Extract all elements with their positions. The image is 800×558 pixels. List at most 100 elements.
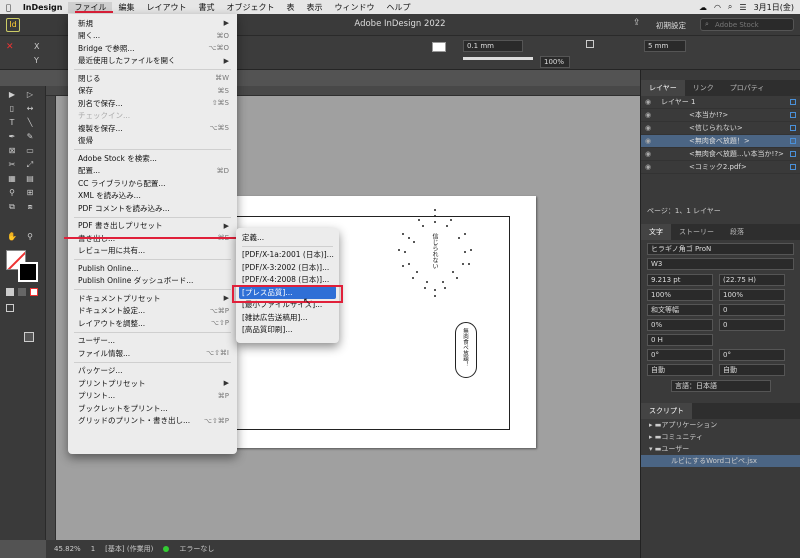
character-rotation-field[interactable]: 0° (647, 349, 713, 361)
zoom-tool-icon[interactable]: ⚲ (24, 232, 36, 242)
menu-item-document-setup[interactable]: ドキュメント設定... ⌥⌘P (68, 305, 237, 318)
eye-icon[interactable]: ◉ (641, 163, 655, 171)
menu-item-open[interactable]: 開く... ⌘O (68, 30, 237, 43)
preflight-status[interactable]: エラーなし (179, 544, 214, 554)
stock-search-field[interactable]: ⌕ Adobe Stock (700, 18, 794, 31)
menu-item-revert[interactable]: 復帰 (68, 135, 237, 148)
menu-item-save-as[interactable]: 別名で保存... ⇧⌘S (68, 97, 237, 110)
layer-row[interactable]: ◉ <信じられない> (641, 122, 800, 135)
note-tool-icon[interactable]: ▤ (24, 174, 36, 184)
eye-icon[interactable]: ◉ (641, 137, 655, 145)
layer-target-icon[interactable] (790, 125, 796, 131)
menu-item-publish-dashboard[interactable]: Publish Online ダッシュボード... (68, 275, 237, 288)
normal-mode-icon[interactable] (6, 304, 14, 312)
menu-layout[interactable]: レイアウト (140, 2, 192, 13)
menu-item-user[interactable]: ユーザー... (68, 335, 237, 348)
menu-item-open-recent[interactable]: 最近使用したファイルを開く ▶ (68, 55, 237, 68)
submenu-item-define[interactable]: 定義... (236, 231, 339, 244)
menu-item-place[interactable]: 配置... ⌘D (68, 165, 237, 178)
submenu-item-high-quality-print[interactable]: [高品質印刷]... (236, 324, 339, 337)
rectangle-frame-tool-icon[interactable]: ⊠ (6, 146, 18, 156)
page-number[interactable]: 1 (91, 545, 95, 553)
menu-item-save-copy[interactable]: 複製を保存... ⌥⌘S (68, 122, 237, 135)
hand-tool-icon[interactable]: ✋ (6, 232, 18, 242)
opacity-field[interactable]: 100% (540, 56, 570, 68)
layer-row[interactable]: ◉ <コミック2.pdf> (641, 161, 800, 174)
measure-tool-icon[interactable]: ⊞ (24, 188, 36, 198)
selection-tool-icon[interactable]: ▶ (6, 90, 18, 100)
script-folder[interactable]: ▸ ▬ アプリケーション (641, 419, 800, 431)
menu-item-package[interactable]: パッケージ... (68, 365, 237, 378)
apply-gradient-icon[interactable] (18, 288, 26, 296)
layer-row[interactable]: ◉ <本当か!?> (641, 109, 800, 122)
menu-item-search-stock[interactable]: Adobe Stock を検索... (68, 152, 237, 165)
rectangle-tool-icon[interactable]: ▭ (24, 146, 36, 156)
align-icon[interactable] (586, 40, 594, 48)
menu-item-print-booklet[interactable]: ブックレットをプリント... (68, 402, 237, 415)
menu-item-new[interactable]: 新規 ▶ (68, 17, 237, 30)
apple-icon[interactable]:  (0, 3, 17, 12)
type-tool-icon[interactable]: T (6, 118, 18, 128)
aki-before-field[interactable]: 自動 (647, 364, 713, 376)
burst-speech-bubble[interactable]: 信じられない (380, 205, 490, 305)
menu-item-adjust-layout[interactable]: レイアウトを調整... ⌥⇧P (68, 317, 237, 330)
menu-item-print-presets[interactable]: プリントプリセット ▶ (68, 377, 237, 390)
menu-app[interactable]: InDesign (17, 3, 69, 12)
screen-mode-icon[interactable] (24, 332, 34, 342)
eye-icon[interactable]: ◉ (641, 150, 655, 158)
stroke-type-select[interactable] (463, 57, 533, 60)
layer-row[interactable]: ◉ <無肉食べ放題...い本当か!?> (641, 148, 800, 161)
layer-row[interactable]: ◉ レイヤー 1 (641, 96, 800, 109)
eye-icon[interactable]: ◉ (641, 111, 655, 119)
kerning-field[interactable]: 0 (719, 304, 785, 316)
script-item[interactable]: ルビにするWordコピペ.jsx (641, 455, 800, 467)
font-family-select[interactable]: ヒラギノ角ゴ ProN (647, 243, 794, 255)
reference-point-icon[interactable]: ✕ (6, 42, 14, 52)
eyedropper-tool-icon[interactable]: ⚲ (6, 188, 18, 198)
baseline-shift-field[interactable]: 0 H (647, 334, 713, 346)
menu-help[interactable]: ヘルプ (380, 2, 416, 13)
tab-paragraph[interactable]: 段落 (722, 224, 752, 240)
gap-tool-icon[interactable]: ↔ (24, 104, 36, 114)
layer-target-icon[interactable] (790, 164, 796, 170)
menu-item-browse-bridge[interactable]: Bridge で参照... ⌥⌘O (68, 42, 237, 55)
vertical-scale-field[interactable]: 100% (647, 289, 713, 301)
menu-type[interactable]: 書式 (192, 2, 220, 13)
submenu-item-magazine-ad[interactable]: [雑誌広告送稿用]... (236, 311, 339, 324)
share-icon[interactable]: ⇪ (633, 18, 641, 28)
menu-item-save[interactable]: 保存 ⌘S (68, 85, 237, 98)
tab-layers[interactable]: レイヤー (641, 80, 685, 96)
mojikumi-field[interactable]: 和文等幅 (647, 304, 713, 316)
clock-date[interactable]: 3月1日(金) (754, 2, 794, 13)
submenu-item-pdfx1a[interactable]: [PDF/X-1a:2001 (日本)]... (236, 249, 339, 262)
leading-field[interactable]: (22.75 H) (719, 274, 785, 286)
aki-after-field[interactable]: 自動 (719, 364, 785, 376)
wifi-icon[interactable]: ◠ (714, 3, 721, 12)
gradient-tool-icon[interactable]: ▦ (6, 174, 18, 184)
submenu-item-pdfx3[interactable]: [PDF/X-3:2002 (日本)]... (236, 261, 339, 274)
tsume-field[interactable]: 0% (647, 319, 713, 331)
tab-character[interactable]: 文字 (641, 224, 671, 240)
page-tool-icon[interactable]: ▯ (6, 104, 18, 114)
layer-target-icon[interactable] (790, 99, 796, 105)
language-select[interactable]: 言語：日本語 (671, 380, 771, 392)
menu-item-document-presets[interactable]: ドキュメントプリセット ▶ (68, 292, 237, 305)
menu-item-place-cc-library[interactable]: CC ライブラリから配置... (68, 177, 237, 190)
menu-item-publish-online[interactable]: Publish Online... (68, 262, 237, 275)
control-center-icon[interactable]: ☰ (739, 3, 746, 12)
font-size-field[interactable]: 9.213 pt (647, 274, 713, 286)
font-style-select[interactable]: W3 (647, 258, 794, 270)
menu-edit[interactable]: 編集 (112, 2, 140, 13)
menu-object[interactable]: オブジェクト (220, 2, 280, 13)
content-collector-icon[interactable]: ⧉ (6, 202, 18, 212)
tab-links[interactable]: リンク (685, 80, 722, 96)
script-folder[interactable]: ▾ ▬ ユーザー (641, 443, 800, 455)
oval-speech-bubble[interactable]: 無肉食べ放題！ (455, 322, 477, 378)
transform-tool-icon[interactable]: ⤢ (24, 160, 36, 170)
tab-story[interactable]: ストーリー (671, 224, 722, 240)
menu-item-share-for-review[interactable]: レビュー用に共有... (68, 245, 237, 258)
stroke-color-swatch[interactable] (18, 262, 38, 282)
line-tool-icon[interactable]: ╲ (24, 118, 36, 128)
apply-none-icon[interactable] (30, 288, 38, 296)
menu-item-pdf-export-presets[interactable]: PDF 書き出しプリセット ▶ (68, 219, 237, 232)
